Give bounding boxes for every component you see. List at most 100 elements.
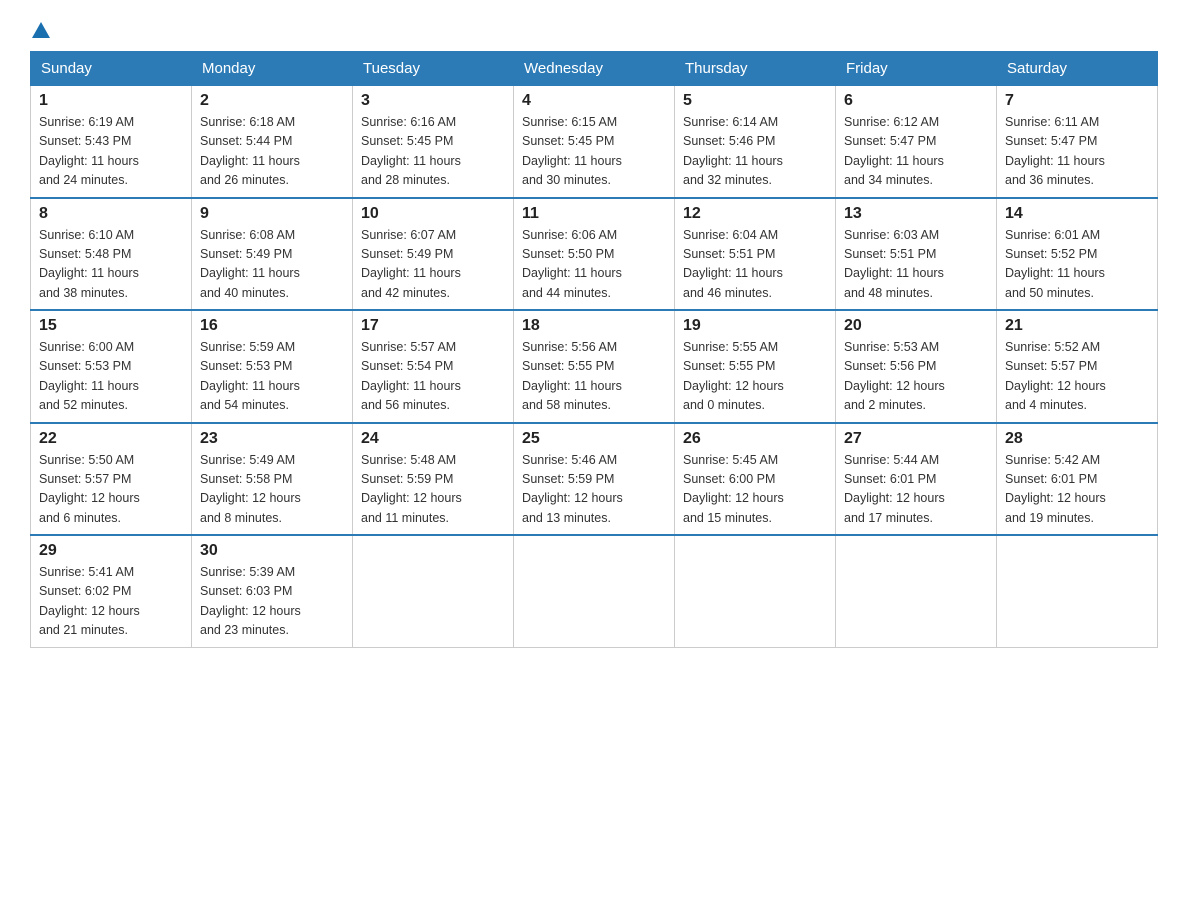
calendar-cell: 15Sunrise: 6:00 AMSunset: 5:53 PMDayligh… (31, 310, 192, 423)
calendar-cell: 6 Sunrise: 6:12 AMSunset: 5:47 PMDaylight… (836, 86, 997, 198)
day-info: Sunrise: 6:08 AMSunset: 5:49 PMDaylight:… (200, 226, 344, 304)
calendar-cell: 9 Sunrise: 6:08 AMSunset: 5:49 PMDaylight… (192, 198, 353, 311)
weekday-header-monday: Monday (192, 52, 353, 86)
calendar-cell: 18Sunrise: 5:56 AMSunset: 5:55 PMDayligh… (514, 310, 675, 423)
day-number: 26 (683, 430, 827, 448)
calendar-cell: 3Sunrise: 6:16 AMSunset: 5:45 PMDaylight… (353, 86, 514, 198)
day-info: Sunrise: 6:04 AMSunset: 5:51 PMDaylight:… (683, 226, 827, 304)
calendar-cell: 25 Sunrise: 5:46 AMSunset: 5:59 PMDayligh… (514, 423, 675, 536)
calendar-cell: 14 Sunrise: 6:01 AMSunset: 5:52 PMDayligh… (997, 198, 1158, 311)
day-info: Sunrise: 6:07 AMSunset: 5:49 PMDaylight:… (361, 226, 505, 304)
day-number: 13 (844, 205, 988, 223)
day-info: Sunrise: 6:06 AMSunset: 5:50 PMDaylight:… (522, 226, 666, 304)
day-number: 30 (200, 542, 344, 560)
day-info: Sunrise: 6:18 AMSunset: 5:44 PMDaylight:… (200, 113, 344, 191)
day-number: 4 (522, 92, 666, 110)
day-number: 10 (361, 205, 505, 223)
day-number: 16 (200, 317, 344, 335)
day-info: Sunrise: 5:49 AMSunset: 5:58 PMDaylight:… (200, 451, 344, 529)
calendar-cell: 8Sunrise: 6:10 AMSunset: 5:48 PMDaylight… (31, 198, 192, 311)
calendar-cell: 4 Sunrise: 6:15 AMSunset: 5:45 PMDaylight… (514, 86, 675, 198)
day-info: Sunrise: 5:46 AMSunset: 5:59 PMDaylight:… (522, 451, 666, 529)
day-info: Sunrise: 6:11 AMSunset: 5:47 PMDaylight:… (1005, 113, 1149, 191)
calendar-cell (353, 535, 514, 647)
day-number: 5 (683, 92, 827, 110)
calendar-cell: 19 Sunrise: 5:55 AMSunset: 5:55 PMDayligh… (675, 310, 836, 423)
calendar-cell: 16 Sunrise: 5:59 AMSunset: 5:53 PMDayligh… (192, 310, 353, 423)
calendar-cell: 21 Sunrise: 5:52 AMSunset: 5:57 PMDayligh… (997, 310, 1158, 423)
day-info: Sunrise: 6:19 AMSunset: 5:43 PMDaylight:… (39, 113, 183, 191)
day-number: 11 (522, 205, 666, 223)
day-number: 12 (683, 205, 827, 223)
day-info: Sunrise: 5:44 AMSunset: 6:01 PMDaylight:… (844, 451, 988, 529)
calendar-cell: 13 Sunrise: 6:03 AMSunset: 5:51 PMDayligh… (836, 198, 997, 311)
day-number: 9 (200, 205, 344, 223)
day-number: 24 (361, 430, 505, 448)
calendar-cell (836, 535, 997, 647)
day-number: 28 (1005, 430, 1149, 448)
calendar-cell (997, 535, 1158, 647)
weekday-header-wednesday: Wednesday (514, 52, 675, 86)
day-info: Sunrise: 6:03 AMSunset: 5:51 PMDaylight:… (844, 226, 988, 304)
page-header (30, 20, 1158, 41)
weekday-header-tuesday: Tuesday (353, 52, 514, 86)
calendar-cell: 27 Sunrise: 5:44 AMSunset: 6:01 PMDayligh… (836, 423, 997, 536)
calendar-cell: 2 Sunrise: 6:18 AMSunset: 5:44 PMDaylight… (192, 86, 353, 198)
day-info: Sunrise: 6:12 AMSunset: 5:47 PMDaylight:… (844, 113, 988, 191)
day-number: 27 (844, 430, 988, 448)
calendar-cell: 26 Sunrise: 5:45 AMSunset: 6:00 PMDayligh… (675, 423, 836, 536)
calendar-week-row: 22 Sunrise: 5:50 AMSunset: 5:57 PMDayligh… (31, 423, 1158, 536)
day-number: 19 (683, 317, 827, 335)
weekday-header-saturday: Saturday (997, 52, 1158, 86)
calendar-cell: 30 Sunrise: 5:39 AMSunset: 6:03 PMDayligh… (192, 535, 353, 647)
day-info: Sunrise: 5:53 AMSunset: 5:56 PMDaylight:… (844, 338, 988, 416)
calendar-cell: 28 Sunrise: 5:42 AMSunset: 6:01 PMDayligh… (997, 423, 1158, 536)
weekday-header-thursday: Thursday (675, 52, 836, 86)
day-info: Sunrise: 5:42 AMSunset: 6:01 PMDaylight:… (1005, 451, 1149, 529)
day-number: 6 (844, 92, 988, 110)
day-info: Sunrise: 6:15 AMSunset: 5:45 PMDaylight:… (522, 113, 666, 191)
day-info: Sunrise: 5:57 AMSunset: 5:54 PMDaylight:… (361, 338, 505, 416)
day-info: Sunrise: 5:39 AMSunset: 6:03 PMDaylight:… (200, 563, 344, 641)
calendar-cell: 20 Sunrise: 5:53 AMSunset: 5:56 PMDayligh… (836, 310, 997, 423)
day-info: Sunrise: 6:01 AMSunset: 5:52 PMDaylight:… (1005, 226, 1149, 304)
day-info: Sunrise: 5:52 AMSunset: 5:57 PMDaylight:… (1005, 338, 1149, 416)
day-info: Sunrise: 5:45 AMSunset: 6:00 PMDaylight:… (683, 451, 827, 529)
day-number: 7 (1005, 92, 1149, 110)
calendar-week-row: 1 Sunrise: 6:19 AMSunset: 5:43 PMDaylight… (31, 86, 1158, 198)
weekday-header-row: SundayMondayTuesdayWednesdayThursdayFrid… (31, 52, 1158, 86)
day-info: Sunrise: 5:41 AMSunset: 6:02 PMDaylight:… (39, 563, 183, 641)
logo-triangle-icon (32, 22, 50, 38)
day-number: 14 (1005, 205, 1149, 223)
weekday-header-sunday: Sunday (31, 52, 192, 86)
day-number: 2 (200, 92, 344, 110)
day-number: 8 (39, 205, 183, 223)
day-number: 22 (39, 430, 183, 448)
day-info: Sunrise: 5:50 AMSunset: 5:57 PMDaylight:… (39, 451, 183, 529)
calendar-cell: 29 Sunrise: 5:41 AMSunset: 6:02 PMDayligh… (31, 535, 192, 647)
calendar-cell: 12 Sunrise: 6:04 AMSunset: 5:51 PMDayligh… (675, 198, 836, 311)
day-info: Sunrise: 5:55 AMSunset: 5:55 PMDaylight:… (683, 338, 827, 416)
calendar-cell: 1 Sunrise: 6:19 AMSunset: 5:43 PMDaylight… (31, 86, 192, 198)
calendar-cell (675, 535, 836, 647)
calendar-week-row: 8Sunrise: 6:10 AMSunset: 5:48 PMDaylight… (31, 198, 1158, 311)
logo (30, 25, 50, 41)
day-info: Sunrise: 5:48 AMSunset: 5:59 PMDaylight:… (361, 451, 505, 529)
day-number: 25 (522, 430, 666, 448)
calendar-cell: 7 Sunrise: 6:11 AMSunset: 5:47 PMDaylight… (997, 86, 1158, 198)
calendar-cell (514, 535, 675, 647)
day-number: 21 (1005, 317, 1149, 335)
calendar-cell: 10 Sunrise: 6:07 AMSunset: 5:49 PMDayligh… (353, 198, 514, 311)
day-number: 17 (361, 317, 505, 335)
calendar-cell: 17 Sunrise: 5:57 AMSunset: 5:54 PMDayligh… (353, 310, 514, 423)
day-number: 1 (39, 92, 183, 110)
calendar-cell: 22 Sunrise: 5:50 AMSunset: 5:57 PMDayligh… (31, 423, 192, 536)
calendar-cell: 11 Sunrise: 6:06 AMSunset: 5:50 PMDayligh… (514, 198, 675, 311)
day-info: Sunrise: 5:59 AMSunset: 5:53 PMDaylight:… (200, 338, 344, 416)
day-number: 15 (39, 317, 183, 335)
day-number: 29 (39, 542, 183, 560)
day-info: Sunrise: 6:14 AMSunset: 5:46 PMDaylight:… (683, 113, 827, 191)
calendar-cell: 5 Sunrise: 6:14 AMSunset: 5:46 PMDaylight… (675, 86, 836, 198)
weekday-header-friday: Friday (836, 52, 997, 86)
day-number: 20 (844, 317, 988, 335)
